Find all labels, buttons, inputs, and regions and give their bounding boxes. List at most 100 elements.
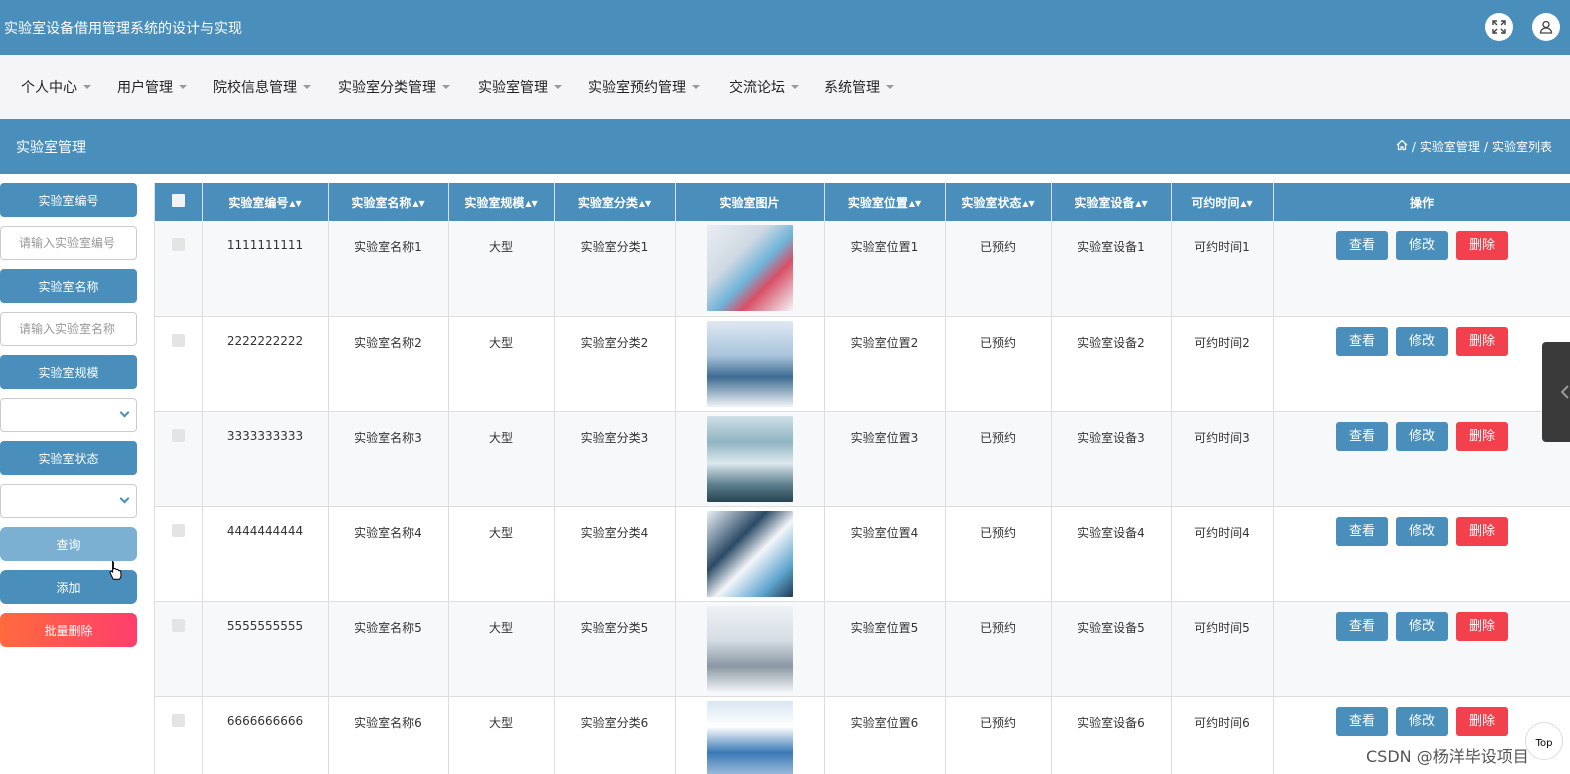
select-all-checkbox[interactable] [171,194,185,207]
fullscreen-icon[interactable] [1485,13,1513,41]
nav-lab-category[interactable]: 实验室分类管理 [338,77,450,97]
delete-button[interactable]: 删除 [1456,516,1508,546]
section-header: 实验室管理 / 实验室管理 / 实验室列表 [0,119,1570,174]
row-checkbox[interactable] [171,238,185,251]
nav-lab-management[interactable]: 实验室管理 [478,77,562,97]
lab-status-select[interactable] [0,484,137,518]
home-icon[interactable] [1396,139,1408,154]
lab-category-cell: 实验室分类5 [554,601,676,697]
column-header[interactable]: 实验室设备▲▼ [1051,183,1172,221]
chevron-down-icon [119,493,130,504]
delete-button[interactable]: 删除 [1456,706,1508,736]
edit-button[interactable]: 修改 [1396,706,1448,736]
delete-button[interactable]: 删除 [1456,326,1508,356]
lab-time-cell: 可约时间4 [1171,506,1274,602]
lab-no-cell: 2222222222 [202,316,329,412]
sort-icon[interactable]: ▲▼ [1135,199,1147,208]
lab-scale-label: 实验室规模 [0,355,137,389]
view-button[interactable]: 查看 [1336,611,1388,641]
column-header[interactable]: 可约时间▲▼ [1171,183,1274,221]
caret-down-icon [692,85,700,89]
row-checkbox[interactable] [171,713,185,727]
row-select-cell[interactable] [155,601,203,697]
nav-label: 实验室分类管理 [338,80,436,96]
edit-button[interactable]: 修改 [1396,231,1448,260]
lab-name-cell: 实验室名称6 [328,696,449,774]
lab-photo[interactable] [706,320,793,407]
row-select-cell[interactable] [155,411,203,507]
side-panel-handle[interactable] [1542,342,1570,442]
nav-college-info[interactable]: 院校信息管理 [213,77,311,97]
table-row: 1111111111 实验室名称1 大型 实验室分类1 实验室位置1 已预约 实… [155,221,1570,317]
query-button[interactable]: 查询 [0,527,137,561]
row-select-cell[interactable] [155,316,203,412]
sort-icon[interactable]: ▲▼ [1240,199,1252,208]
edit-button[interactable]: 修改 [1396,611,1448,641]
lab-category-cell: 实验室分类1 [554,221,676,317]
user-icon[interactable] [1532,13,1560,41]
view-button[interactable]: 查看 [1336,231,1388,260]
select-all-cell[interactable] [155,183,203,221]
column-header[interactable]: 实验室状态▲▼ [945,183,1052,221]
sort-icon[interactable]: ▲▼ [909,199,921,208]
lab-equipment-cell: 实验室设备5 [1051,601,1172,697]
sort-icon[interactable]: ▲▼ [1022,199,1034,208]
delete-button[interactable]: 删除 [1456,611,1508,641]
column-header[interactable]: 实验室规模▲▼ [448,183,555,221]
column-header[interactable]: 实验室编号▲▼ [202,183,329,221]
lab-photo[interactable] [706,225,793,311]
lab-status-cell: 已预约 [945,506,1052,602]
nav-forum[interactable]: 交流论坛 [729,77,799,97]
view-button[interactable]: 查看 [1336,706,1388,736]
lab-photo[interactable] [706,605,793,692]
column-header[interactable]: 实验室位置▲▼ [824,183,946,221]
lab-no-cell: 4444444444 [202,506,329,602]
nav-label: 用户管理 [117,80,173,96]
lab-location-cell: 实验室位置5 [824,601,946,697]
nav-user-management[interactable]: 用户管理 [117,77,187,97]
breadcrumb-item[interactable]: 实验室管理 [1420,138,1480,155]
row-checkbox[interactable] [171,333,185,347]
mouse-cursor-icon [109,561,122,580]
nav-system-management[interactable]: 系统管理 [824,77,894,97]
column-header: 实验室图片 [675,183,825,221]
column-header[interactable]: 实验室名称▲▼ [328,183,449,221]
row-checkbox[interactable] [171,618,185,632]
sort-icon[interactable]: ▲▼ [412,199,424,208]
batch-delete-button[interactable]: 批量删除 [0,613,137,647]
row-select-cell[interactable] [155,221,203,317]
lab-time-cell: 可约时间5 [1171,601,1274,697]
row-select-cell[interactable] [155,696,203,774]
view-button[interactable]: 查看 [1336,421,1388,451]
sort-icon[interactable]: ▲▼ [525,199,537,208]
nav-lab-reservation[interactable]: 实验室预约管理 [588,77,700,97]
lab-name-input[interactable] [0,312,137,346]
edit-button[interactable]: 修改 [1396,421,1448,451]
lab-photo[interactable] [706,415,793,502]
lab-no-input[interactable] [0,226,137,260]
sort-icon[interactable]: ▲▼ [639,199,651,208]
lab-equipment-cell: 实验室设备3 [1051,411,1172,507]
row-checkbox[interactable] [171,428,185,442]
lab-scale-select[interactable] [0,398,137,432]
view-button[interactable]: 查看 [1336,516,1388,546]
delete-button[interactable]: 删除 [1456,421,1508,451]
back-to-top-button[interactable]: Top [1525,722,1563,760]
sort-icon[interactable]: ▲▼ [289,199,301,208]
column-header[interactable]: 实验室分类▲▼ [554,183,676,221]
delete-button[interactable]: 删除 [1456,231,1508,260]
app-title: 实验室设备借用管理系统的设计与实现 [4,21,242,37]
row-select-cell[interactable] [155,506,203,602]
lab-photo[interactable] [706,510,793,597]
lab-no-label: 实验室编号 [0,183,137,217]
nav-personal-center[interactable]: 个人中心 [21,77,91,97]
column-header-label: 实验室名称 [351,195,412,210]
row-checkbox[interactable] [171,523,185,537]
lab-image-cell [675,506,825,602]
view-button[interactable]: 查看 [1336,326,1388,356]
column-header-label: 实验室状态 [961,195,1022,210]
edit-button[interactable]: 修改 [1396,326,1448,356]
lab-photo[interactable] [706,700,793,774]
lab-name-cell: 实验室名称2 [328,316,449,412]
edit-button[interactable]: 修改 [1396,516,1448,546]
